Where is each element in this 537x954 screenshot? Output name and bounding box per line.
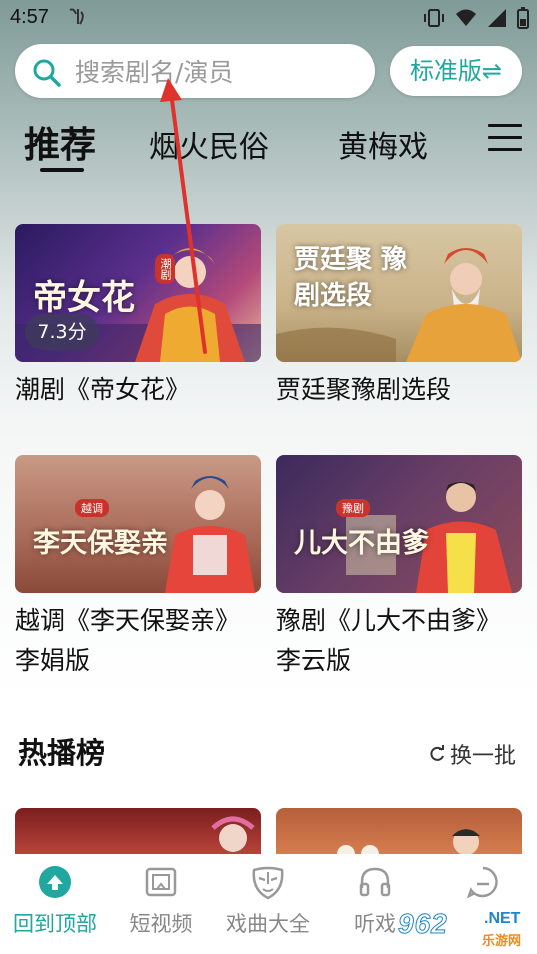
poster-title: 李天保娶亲	[33, 528, 168, 559]
poster-title: 儿大不由爹	[294, 528, 429, 559]
short-video-icon	[143, 864, 179, 900]
watermark-number: 962	[398, 908, 448, 940]
menu-icon[interactable]	[488, 124, 522, 154]
tab-folk-custom[interactable]: 烟火民俗	[149, 122, 269, 166]
nav-label: 回到顶部	[13, 912, 97, 936]
rating-badge: 7.3分	[25, 314, 99, 350]
video-thumbnail[interactable]: 贾廷聚 豫剧选段	[276, 224, 522, 362]
status-time: 4:57	[10, 6, 49, 28]
category-tabs: 推荐 烟火民俗 黄梅戏	[0, 112, 537, 172]
headphones-icon	[357, 864, 393, 900]
watermark-subtitle: 乐游网	[482, 934, 522, 949]
section-title: 热播榜	[18, 736, 106, 770]
nav-opera-collection[interactable]: 戏曲大全	[213, 864, 323, 938]
video-title[interactable]: 豫剧《儿大不由爹》李云版	[276, 601, 506, 681]
nav-label: 短视频	[129, 912, 193, 936]
app-notification-icon	[66, 6, 88, 28]
genre-tag: 豫剧	[336, 499, 370, 517]
back-to-top-icon	[37, 864, 73, 900]
tab-huangmei-opera[interactable]: 黄梅戏	[338, 122, 428, 166]
watermark-logo: 962 .NET 乐游网	[398, 906, 533, 950]
nav-profile[interactable]	[428, 864, 537, 908]
video-thumbnail[interactable]: 越调 李天保娶亲	[15, 455, 261, 593]
wifi-icon	[455, 8, 477, 32]
vibrate-icon	[423, 8, 445, 32]
opera-mask-icon	[250, 864, 286, 900]
search-input[interactable]	[73, 52, 367, 92]
video-thumbnail[interactable]: 帝女花 潮剧 7.3分	[15, 224, 261, 362]
genre-tag: 潮剧	[155, 254, 175, 284]
video-title[interactable]: 潮剧《帝女花》	[15, 370, 261, 410]
search-icon	[33, 59, 61, 87]
nav-short-video[interactable]: 短视频	[106, 864, 216, 938]
video-card[interactable]: 贾廷聚 豫剧选段 贾廷聚豫剧选段	[276, 224, 522, 410]
profile-icon	[465, 864, 501, 900]
video-card[interactable]: 越调 李天保娶亲 越调《李天保娶亲》李娟版	[15, 455, 261, 681]
version-toggle-button[interactable]: 标准版⇌	[390, 46, 522, 96]
active-tab-indicator	[40, 168, 84, 172]
video-thumbnail[interactable]: 豫剧 儿大不由爹	[276, 455, 522, 593]
video-thumbnail[interactable]	[276, 808, 522, 854]
refresh-icon	[430, 745, 444, 761]
watermark-suffix: .NET	[484, 910, 521, 927]
video-card[interactable]: 豫剧 儿大不由爹 豫剧《儿大不由爹》李云版	[276, 455, 522, 681]
refresh-button[interactable]: 换一批	[428, 738, 516, 770]
signal-icon	[487, 8, 507, 32]
video-title[interactable]: 贾廷聚豫剧选段	[276, 370, 522, 410]
nav-back-to-top[interactable]: 回到顶部	[0, 864, 110, 938]
genre-tag: 越调	[75, 499, 109, 517]
video-card[interactable]: 帝女花 潮剧 7.3分 潮剧《帝女花》	[15, 224, 261, 410]
poster-title: 帝女花	[33, 278, 135, 318]
video-title[interactable]: 越调《李天保娶亲》李娟版	[15, 601, 245, 681]
refresh-label: 换一批	[450, 744, 517, 769]
poster-title: 贾廷聚 豫剧选段	[294, 245, 408, 311]
tab-recommend[interactable]: 推荐	[24, 116, 96, 168]
status-bar: 4:57	[0, 0, 537, 36]
search-bar[interactable]	[15, 44, 375, 98]
video-thumbnail[interactable]	[15, 808, 261, 854]
nav-label: 戏曲大全	[226, 912, 310, 936]
battery-icon	[517, 7, 529, 33]
